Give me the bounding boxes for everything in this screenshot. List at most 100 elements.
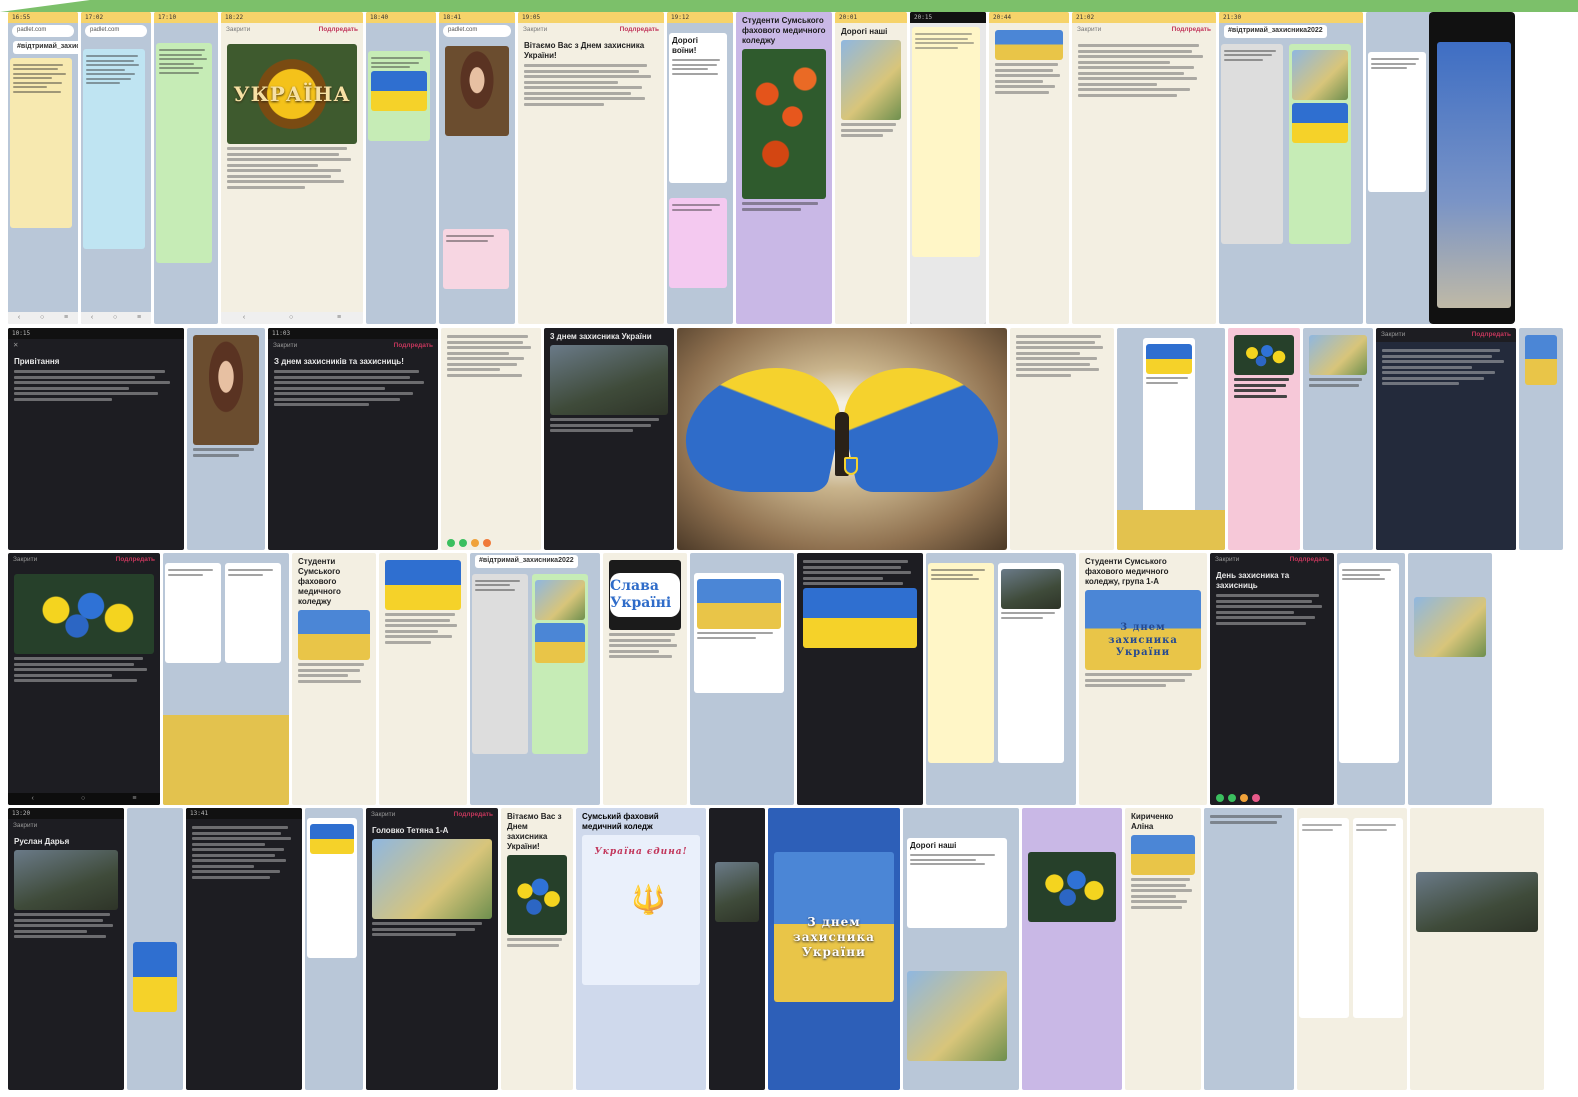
status-bar: 20:44 xyxy=(989,12,1069,23)
close-icon[interactable]: ✕ xyxy=(13,342,18,350)
post-text xyxy=(159,49,209,74)
field-image xyxy=(1525,335,1557,385)
reaction-dot[interactable] xyxy=(483,539,491,547)
nav-bar: ‹ ○ ≡ xyxy=(8,312,78,324)
phone-screenshot-dark xyxy=(709,808,765,1090)
reaction-buttons[interactable] xyxy=(441,536,541,550)
post-content: Вітаємо Вас з Днем захисника України! xyxy=(518,37,664,324)
close-button[interactable]: Закрити xyxy=(371,811,395,819)
post-text xyxy=(372,922,492,936)
post-title: Студенти Сумського фахового медичного ко… xyxy=(1085,557,1169,586)
post-card xyxy=(532,573,588,754)
post-content xyxy=(797,553,923,805)
submit-button[interactable]: Подлредать xyxy=(319,26,358,34)
submit-button[interactable]: Подлредать xyxy=(1472,331,1511,339)
reaction-dot[interactable] xyxy=(471,539,479,547)
phone-screenshot-dark: 3 днем захисника України xyxy=(544,328,674,550)
post-text xyxy=(915,33,977,49)
post-text xyxy=(672,204,724,211)
submit-button[interactable]: Подлредать xyxy=(394,342,433,350)
phone-screenshot-padlet xyxy=(1519,328,1563,550)
post-text xyxy=(1371,58,1423,69)
post-content: УКРАЇНА xyxy=(221,37,363,312)
post-text xyxy=(227,147,357,189)
post-text xyxy=(14,370,178,401)
phone-screenshot-post xyxy=(441,328,541,550)
flag-image xyxy=(1292,102,1348,143)
post-title: Дорогі наші xyxy=(841,27,888,36)
reaction-dot[interactable] xyxy=(459,539,467,547)
post-text xyxy=(1146,377,1192,384)
post-text xyxy=(841,123,901,137)
reaction-dot[interactable] xyxy=(1216,794,1224,802)
status-bar: 10:15 xyxy=(8,328,184,339)
submit-button[interactable]: Подлредать xyxy=(116,556,155,564)
close-button[interactable]: Закрити xyxy=(226,26,250,34)
post-text xyxy=(193,448,259,457)
post-content xyxy=(1072,37,1216,324)
back-icon: ‹ xyxy=(31,794,34,802)
post-content xyxy=(1010,328,1114,550)
post-content xyxy=(1376,342,1516,550)
close-button[interactable]: Закрити xyxy=(1381,331,1405,339)
post-content: Руслан Дарья xyxy=(8,833,124,1090)
post-card xyxy=(1368,52,1426,192)
reaction-dot[interactable] xyxy=(447,539,455,547)
reaction-dot[interactable] xyxy=(1240,794,1248,802)
submit-button[interactable]: Подлредать xyxy=(1290,556,1329,564)
top-accent-bar xyxy=(0,0,1578,12)
close-button[interactable]: Закрити xyxy=(1077,26,1101,34)
accent-wedge xyxy=(0,0,90,12)
post-text xyxy=(1016,335,1108,377)
phone-screenshot-padlet xyxy=(1117,328,1225,550)
ukraine-united-caption: Україна єдина! xyxy=(594,847,688,857)
close-button[interactable]: Закрити xyxy=(13,822,37,830)
post-text xyxy=(298,663,370,683)
post-title: Кириченко Аліна xyxy=(1131,812,1174,831)
angel-wings-artwork xyxy=(677,328,1007,550)
reaction-buttons[interactable] xyxy=(1210,791,1334,805)
posts-area xyxy=(910,23,986,324)
post-content xyxy=(709,808,765,1090)
post-text xyxy=(168,569,218,576)
posts-area xyxy=(1366,12,1432,324)
close-button[interactable]: Закрити xyxy=(1215,556,1239,564)
posts-area: Дорогі наші xyxy=(835,23,907,324)
post-card: Дорогі наші xyxy=(907,838,1007,928)
close-button[interactable]: Закрити xyxy=(273,342,297,350)
field-image: 3 днем захисника України xyxy=(774,852,894,1002)
phone-screenshot-dark: Закрити Подлредать ‹ ○ ≡ xyxy=(8,553,160,805)
flag-image xyxy=(803,588,917,648)
drawing-image xyxy=(1309,335,1367,375)
post-text xyxy=(931,569,991,580)
phone-screenshot-padlet xyxy=(127,808,183,1090)
angel-image xyxy=(677,328,1007,550)
post-text xyxy=(550,418,668,432)
posts-area xyxy=(1228,328,1300,550)
posts-area xyxy=(470,570,600,805)
post-card xyxy=(83,49,145,249)
phone-screenshot-post xyxy=(379,553,467,805)
flowers-image xyxy=(14,574,154,654)
posts-area xyxy=(154,23,218,324)
submit-button[interactable]: Подлредать xyxy=(620,26,659,34)
field-image xyxy=(1131,835,1195,875)
reaction-dot[interactable] xyxy=(1228,794,1236,802)
menu-icon: ≡ xyxy=(336,313,342,321)
post-text xyxy=(742,202,826,211)
submit-button[interactable]: Подлредать xyxy=(454,811,493,819)
slava-image: Слава Україні xyxy=(609,560,681,630)
status-bar: 18:22 xyxy=(221,12,363,23)
posts-area xyxy=(1303,328,1373,550)
home-icon: ○ xyxy=(81,794,86,802)
soldier-image xyxy=(14,850,118,910)
submit-button[interactable]: Подлредать xyxy=(1172,26,1211,34)
close-button[interactable]: Закрити xyxy=(523,26,547,34)
reaction-dot[interactable] xyxy=(1252,794,1260,802)
post-content xyxy=(8,567,160,793)
post-content: Сумський фаховий медичний коледж Україна… xyxy=(576,808,706,1090)
nav-bar: ‹ ○ ≡ xyxy=(8,793,160,805)
nav-bar: ‹ ○ ≡ xyxy=(221,312,363,324)
close-button[interactable]: Закрити xyxy=(13,556,37,564)
phone-screenshot-padlet: #відтримай_захисника2022 xyxy=(470,553,600,805)
